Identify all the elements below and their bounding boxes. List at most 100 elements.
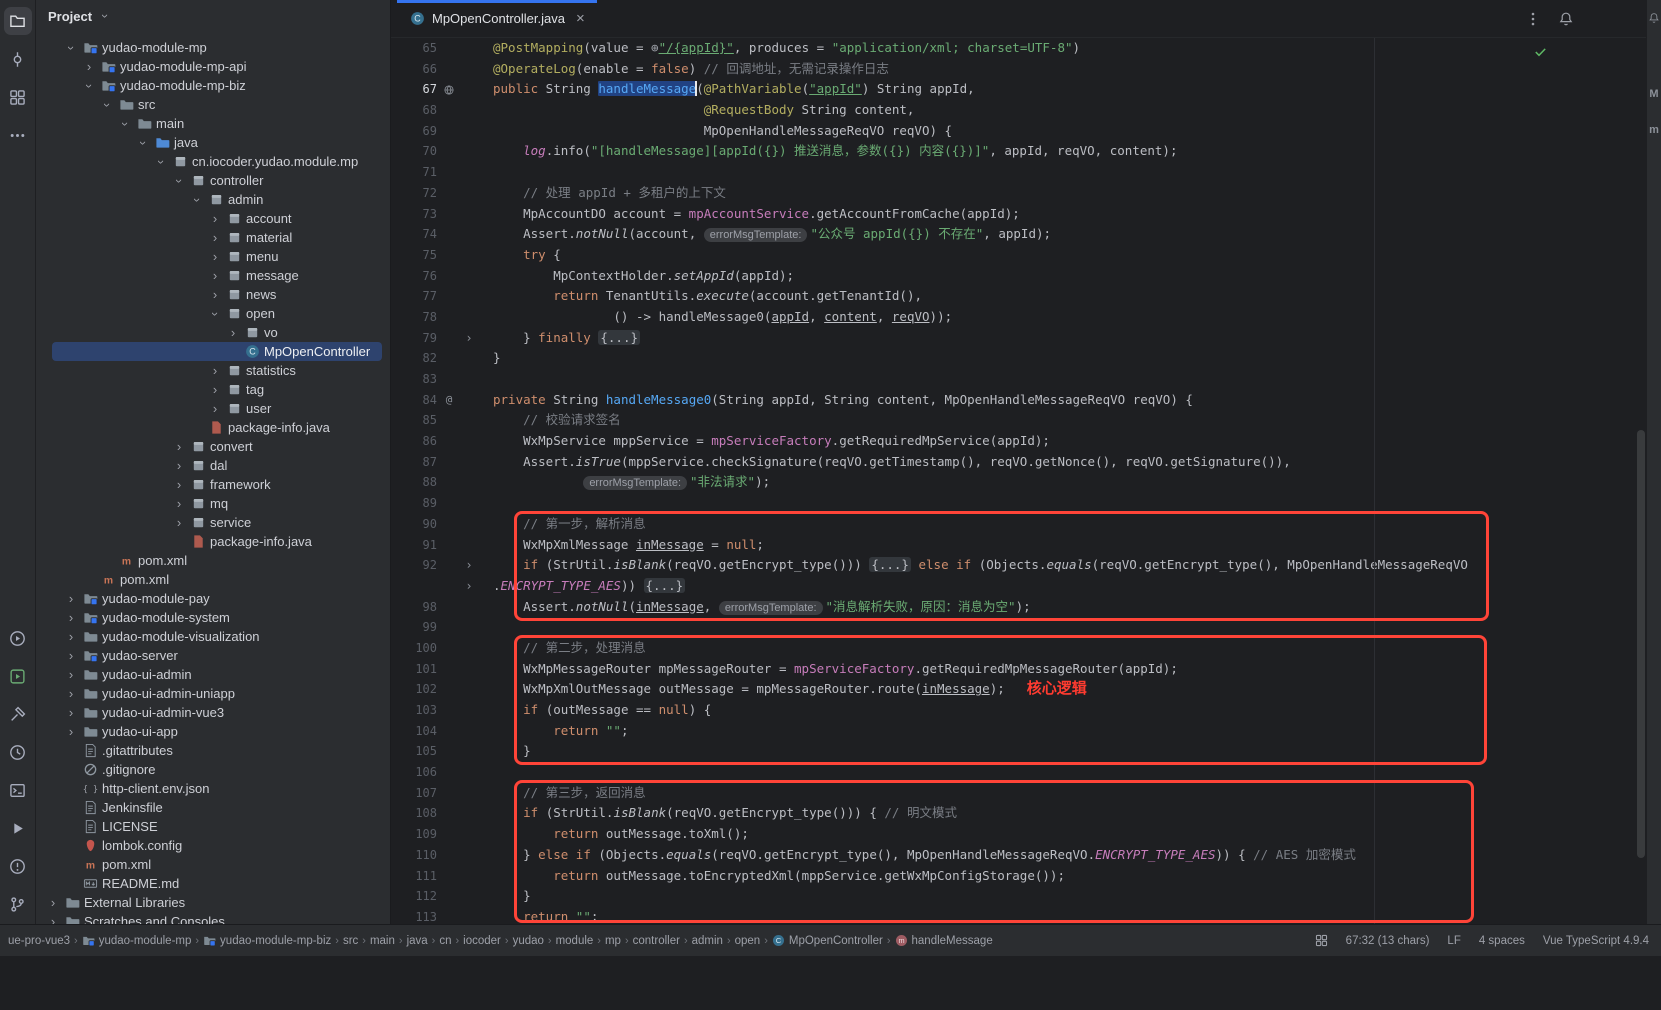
fold-marker-icon[interactable]: › — [461, 576, 477, 597]
code-line[interactable]: 91 WxMpXmlMessage inMessage = null; — [391, 535, 1646, 556]
fold-marker-icon[interactable]: › — [461, 555, 477, 576]
code-line[interactable]: 73 MpAccountDO account = mpAccountServic… — [391, 204, 1646, 225]
tree-item-news[interactable]: ›news — [36, 285, 390, 304]
line-number[interactable]: 103 — [391, 700, 437, 721]
code-line[interactable]: 72 // 处理 appId + 多租户的上下文 — [391, 183, 1646, 204]
collapse-icon[interactable]: › — [100, 98, 114, 112]
expand-icon[interactable]: › — [208, 212, 222, 226]
tree-item-account[interactable]: ›account — [36, 209, 390, 228]
collapse-icon[interactable]: › — [82, 79, 96, 93]
notifications-icon[interactable] — [1558, 11, 1574, 32]
code-line[interactable]: 70 log.info("[handleMessage][appId({}) 推… — [391, 141, 1646, 162]
collapse-icon[interactable]: › — [172, 174, 186, 188]
expand-icon[interactable]: › — [64, 668, 78, 682]
line-number[interactable]: 74 — [391, 224, 437, 245]
breadcrumb-item[interactable]: mhandleMessage — [895, 934, 993, 947]
tree-item-service[interactable]: ›service — [36, 513, 390, 532]
scrollbar-thumb[interactable] — [1637, 430, 1645, 858]
line-number[interactable]: 105 — [391, 741, 437, 762]
expand-icon[interactable]: › — [208, 250, 222, 264]
line-number[interactable]: 78 — [391, 307, 437, 328]
code-line[interactable]: 92› if (StrUtil.isBlank(reqVO.getEncrypt… — [391, 555, 1646, 576]
line-number[interactable]: 111 — [391, 866, 437, 887]
tree-item-material[interactable]: ›material — [36, 228, 390, 247]
tree-item-scratches-and-consoles[interactable]: ›Scratches and Consoles — [36, 912, 390, 924]
breadcrumb-item[interactable]: admin — [692, 935, 723, 947]
tree-item-yudao-ui-app[interactable]: ›yudao-ui-app — [36, 722, 390, 741]
tree-item-src[interactable]: ›src — [36, 95, 390, 114]
tree-item-yudao-module-mp[interactable]: ›yudao-module-mp — [36, 38, 390, 57]
tree-item-pom-xml[interactable]: mpom.xml — [36, 855, 390, 874]
project-icon[interactable] — [4, 7, 32, 35]
tree-item-admin[interactable]: ›admin — [36, 190, 390, 209]
line-number[interactable]: 75 — [391, 245, 437, 266]
line-number[interactable]: 82 — [391, 348, 437, 369]
tree-item-yudao-module-visualization[interactable]: ›yudao-module-visualization — [36, 627, 390, 646]
collapse-icon[interactable]: › — [64, 41, 78, 55]
expand-icon[interactable]: › — [172, 459, 186, 473]
line-number[interactable]: 98 — [391, 597, 437, 618]
tree-item-dal[interactable]: ›dal — [36, 456, 390, 475]
breadcrumb-item[interactable]: controller — [633, 935, 680, 947]
line-number[interactable] — [391, 576, 437, 597]
git-branch-icon[interactable] — [4, 890, 32, 918]
expand-icon[interactable]: › — [226, 326, 240, 340]
line-number[interactable]: 70 — [391, 141, 437, 162]
collapse-icon[interactable]: › — [190, 193, 204, 207]
gradle-tool-icon[interactable]: m — [1647, 124, 1661, 136]
code-line[interactable]: 76 MpContextHolder.setAppId(appId); — [391, 266, 1646, 287]
tree-item-convert[interactable]: ›convert — [36, 437, 390, 456]
expand-icon[interactable]: › — [64, 687, 78, 701]
structure-icon[interactable] — [4, 83, 32, 111]
line-number[interactable]: 76 — [391, 266, 437, 287]
code-line[interactable]: 67public String handleMessage(@PathVaria… — [391, 79, 1646, 100]
expand-icon[interactable]: › — [64, 706, 78, 720]
line-number[interactable]: 88 — [391, 472, 437, 493]
tree-item-vo[interactable]: ›vo — [36, 323, 390, 342]
line-number[interactable]: 73 — [391, 204, 437, 225]
tree-item-yudao-ui-admin-uniapp[interactable]: ›yudao-ui-admin-uniapp — [36, 684, 390, 703]
grid-icon[interactable] — [1315, 934, 1328, 947]
collapse-icon[interactable]: › — [136, 136, 150, 150]
line-number[interactable]: 90 — [391, 514, 437, 535]
code-line[interactable]: 68 @RequestBody String content, — [391, 100, 1646, 121]
breadcrumb-item[interactable]: CMpOpenController — [772, 934, 883, 947]
code-line[interactable]: 83 — [391, 369, 1646, 390]
line-separator-widget[interactable]: LF — [1447, 935, 1460, 947]
line-number[interactable]: 108 — [391, 803, 437, 824]
expand-icon[interactable]: › — [82, 60, 96, 74]
expand-icon[interactable]: › — [64, 649, 78, 663]
tree-item-yudao-ui-admin-vue3[interactable]: ›yudao-ui-admin-vue3 — [36, 703, 390, 722]
tree-item-pom-xml[interactable]: mpom.xml — [36, 570, 390, 589]
code-line[interactable]: 66@OperateLog(enable = false) // 回调地址，无需… — [391, 59, 1646, 80]
expand-icon[interactable]: › — [172, 516, 186, 530]
expand-icon[interactable]: › — [46, 915, 60, 925]
code-line[interactable]: 69 MpOpenHandleMessageReqVO reqVO) { — [391, 121, 1646, 142]
tree-item-pom-xml[interactable]: mpom.xml — [36, 551, 390, 570]
editor-body[interactable]: 65@PostMapping(value = ⊕"/{appId}", prod… — [391, 38, 1646, 924]
code-line[interactable]: 98 Assert.notNull(inMessage, errorMsgTem… — [391, 597, 1646, 618]
tree-item-http-client-env-json[interactable]: { }http-client.env.json — [36, 779, 390, 798]
expand-icon[interactable]: › — [208, 288, 222, 302]
line-number[interactable]: 79 — [391, 328, 437, 349]
expand-icon[interactable]: › — [64, 630, 78, 644]
tree-item-yudao-module-system[interactable]: ›yudao-module-system — [36, 608, 390, 627]
expand-icon[interactable]: › — [208, 402, 222, 416]
breadcrumb-item[interactable]: main — [370, 935, 395, 947]
breadcrumb-item[interactable]: iocoder — [463, 935, 501, 947]
expand-icon[interactable]: › — [64, 592, 78, 606]
expand-icon[interactable]: › — [46, 896, 60, 910]
code-line[interactable]: 109 return outMessage.toXml(); — [391, 824, 1646, 845]
expand-icon[interactable]: › — [64, 725, 78, 739]
breadcrumb-item[interactable]: yudao-module-mp-biz — [203, 934, 331, 947]
tree-item--gitignore[interactable]: .gitignore — [36, 760, 390, 779]
tree-item-external-libraries[interactable]: ›External Libraries — [36, 893, 390, 912]
expand-icon[interactable]: › — [64, 611, 78, 625]
breadcrumb-item[interactable]: yudao-module-mp — [82, 934, 192, 947]
tree-item-mq[interactable]: ›mq — [36, 494, 390, 513]
tree-item-main[interactable]: ›main — [36, 114, 390, 133]
tree-item-statistics[interactable]: ›statistics — [36, 361, 390, 380]
tree-item-java[interactable]: ›java — [36, 133, 390, 152]
code-line[interactable]: 113 return ""; — [391, 907, 1646, 924]
expand-icon[interactable]: › — [208, 364, 222, 378]
